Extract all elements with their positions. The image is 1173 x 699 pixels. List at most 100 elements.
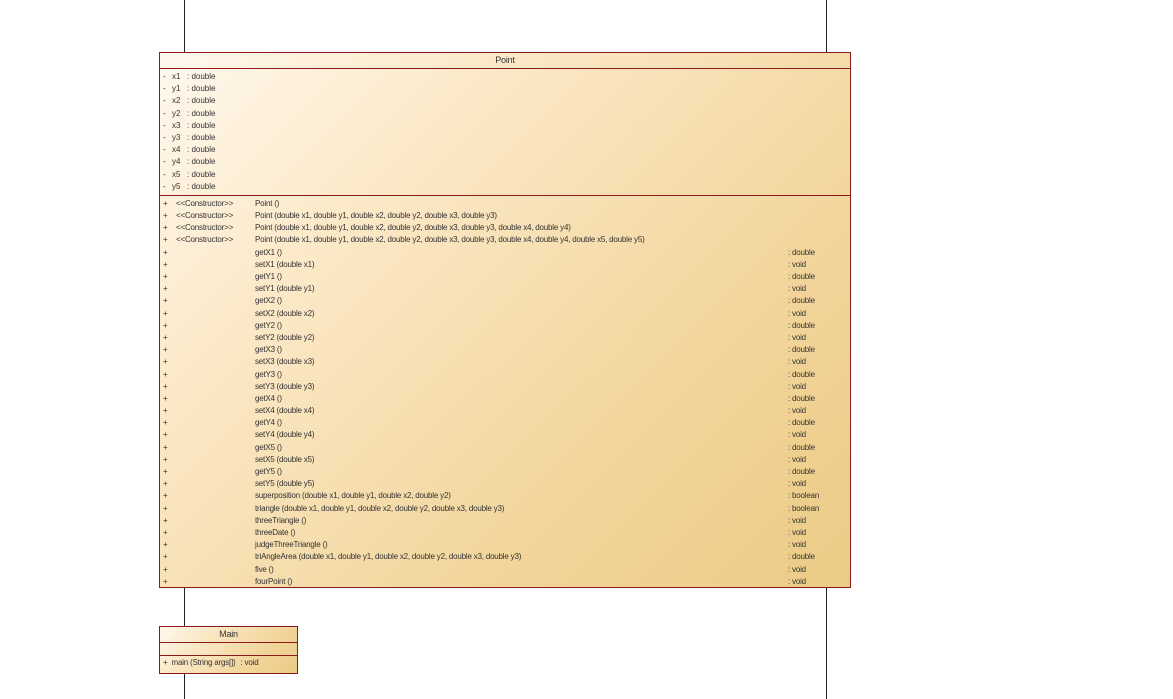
operation-stereotype: <<Constructor>> — [176, 235, 234, 245]
operation-row[interactable]: + threeDate (): void — [163, 527, 850, 539]
operation-signature: setX1 (double x1) — [255, 259, 315, 269]
attribute-type: : double — [187, 132, 216, 142]
operation-row[interactable]: + getY4 (): double — [163, 417, 850, 429]
operation-signature: triAngleArea (double x1, double y1, doub… — [255, 552, 522, 562]
operation-row[interactable]: + getY1 (): double — [163, 271, 850, 283]
operation-row[interactable]: + setX4 (double x4): void — [163, 405, 850, 417]
visibility-marker: - — [163, 96, 166, 106]
operation-signature: Point () — [255, 198, 280, 208]
visibility-marker: + — [163, 272, 168, 281]
operation-return-type: : void — [788, 259, 806, 269]
attribute-row[interactable]: - y2: double — [163, 108, 850, 120]
attribute-name: y2 — [172, 108, 181, 118]
attribute-row[interactable]: - x5: double — [163, 169, 850, 181]
attribute-row[interactable]: - y3: double — [163, 132, 850, 144]
operation-row[interactable]: + setX5 (double x5) : void — [163, 454, 850, 466]
visibility-marker: + — [163, 223, 168, 233]
visibility-marker: + — [163, 284, 168, 294]
operation-return-type: : void — [788, 357, 806, 367]
visibility-marker: + — [163, 357, 168, 367]
visibility-marker: + — [163, 369, 168, 379]
operation-row[interactable]: + getY3 (): double — [163, 369, 850, 381]
point-class-box[interactable]: Point - x1: double - y1: double - x2: double -… — [159, 52, 851, 588]
operation-row[interactable]: + fourPoint (): void — [163, 576, 850, 588]
attribute-type: : double — [187, 120, 216, 130]
operation-row[interactable]: + main (String args[]): void — [160, 656, 297, 670]
operation-return-type: : double — [788, 418, 815, 428]
operation-row[interactable]: + setY4 (double y4): void — [163, 429, 850, 441]
visibility-marker: + — [163, 479, 168, 489]
attribute-row[interactable]: - y1: double — [163, 83, 850, 95]
operation-signature: triangle (double x1, double y1, double x… — [255, 503, 505, 513]
operation-return-type: : double — [788, 552, 815, 562]
operation-row[interactable]: + <<Constructor>> Point (double x1, double… — [163, 210, 850, 222]
operation-return-type: : double — [788, 467, 815, 476]
visibility-marker: + — [163, 211, 168, 221]
attribute-row[interactable]: - x2: double — [163, 95, 850, 107]
operation-row[interactable]: + triangle (double x1, double y1, double … — [163, 503, 850, 515]
attribute-row[interactable]: - x1: double — [163, 71, 850, 83]
operation-row[interactable]: + getX4 (): double — [163, 393, 850, 405]
visibility-marker: + — [163, 540, 168, 550]
attribute-type: : double — [187, 72, 216, 81]
operation-row[interactable]: + getX3 (): double — [163, 344, 850, 356]
visibility-marker: + — [163, 259, 168, 269]
operation-signature: getY2 () — [255, 320, 282, 330]
visibility-marker: + — [163, 296, 168, 306]
operation-return-type: : void — [788, 284, 806, 294]
visibility-marker: + — [163, 308, 168, 318]
attribute-row[interactable]: - y5: double — [163, 181, 850, 193]
operation-return-type: : void — [240, 658, 259, 667]
operation-row[interactable]: + triAngleArea (double x1, double y1, dou… — [163, 551, 850, 563]
operation-row[interactable]: + <<Constructor>> Point (double x1, double… — [163, 234, 850, 246]
operation-row[interactable]: + setY1 (double y1): void — [163, 283, 850, 295]
attribute-type: : double — [187, 96, 216, 106]
operation-row[interactable]: + <<Constructor>> Point (double x1, double… — [163, 222, 850, 234]
attribute-type: : double — [187, 169, 216, 179]
main-attributes-compartment — [160, 643, 297, 656]
visibility-marker: + — [163, 527, 168, 537]
operation-return-type: : double — [788, 320, 815, 330]
operation-signature: setX3 (double x3) — [255, 357, 315, 367]
operation-row[interactable]: + setX3 (double x3) : void — [163, 356, 850, 368]
operation-row[interactable]: + getY5 (): double — [163, 466, 850, 478]
operation-signature: setX5 (double x5) — [255, 454, 315, 464]
operation-signature: setY4 (double y4) — [255, 430, 315, 440]
operation-row[interactable]: + superposition (double x1, double y1, do… — [163, 490, 850, 502]
operation-row[interactable]: + getY2 (): double — [163, 320, 850, 332]
operation-stereotype: <<Constructor>> — [176, 211, 234, 221]
operation-row[interactable]: + threeTriangle (): void — [163, 515, 850, 527]
operation-row[interactable]: + five (): void — [163, 564, 850, 576]
attribute-row[interactable]: - x4: double — [163, 144, 850, 156]
attribute-row[interactable]: - y4: double — [163, 156, 850, 168]
visibility-marker: + — [163, 198, 168, 208]
visibility-marker: + — [163, 491, 168, 501]
main-class-box[interactable]: Main + main (String args[]): void — [159, 626, 298, 674]
operation-return-type: : double — [788, 272, 815, 281]
operation-row[interactable]: + getX5 (): double — [163, 442, 850, 454]
visibility-marker: + — [163, 454, 168, 464]
operation-row[interactable]: + judgeThreeTriangle (): void — [163, 539, 850, 551]
visibility-marker: - — [163, 157, 166, 167]
operation-return-type: : double — [788, 247, 815, 257]
attribute-row[interactable]: - x3: double — [163, 120, 850, 132]
operation-row[interactable]: + getX2 () : double — [163, 295, 850, 307]
operation-signature: getX3 () — [255, 345, 282, 355]
attribute-type: : double — [187, 181, 216, 191]
visibility-marker: - — [163, 84, 166, 94]
operation-return-type: : double — [788, 296, 815, 306]
attribute-type: : double — [187, 108, 216, 118]
operation-row[interactable]: + <<Constructor>> Point () — [163, 198, 850, 210]
operation-row[interactable]: + getX1 (): double — [163, 247, 850, 259]
visibility-marker: + — [163, 418, 168, 428]
operation-row[interactable]: + setX1 (double x1) : void — [163, 259, 850, 271]
visibility-marker: + — [163, 576, 168, 586]
operation-row[interactable]: + setY5 (double y5): void — [163, 478, 850, 490]
operation-row[interactable]: + setY2 (double y2): void — [163, 332, 850, 344]
visibility-marker: + — [163, 503, 168, 513]
operation-return-type: : void — [788, 454, 806, 464]
operation-row[interactable]: + setX2 (double x2): void — [163, 308, 850, 320]
operation-signature: getX2 () — [255, 296, 282, 306]
operation-return-type: : void — [788, 515, 806, 525]
operation-row[interactable]: + setY3 (double y3): void — [163, 381, 850, 393]
